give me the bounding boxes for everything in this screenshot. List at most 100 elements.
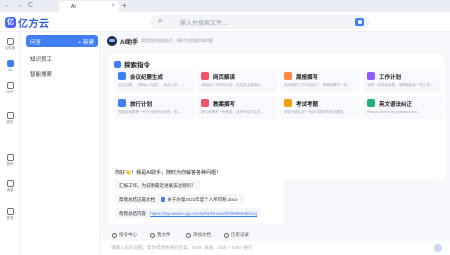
- new-chat-button[interactable]: + 新建: [78, 38, 94, 46]
- doc-name: 关于办理2023年度个人所得税.docx: [167, 197, 238, 202]
- rail-item-files[interactable]: 文件柜: [0, 38, 20, 51]
- logo[interactable]: 亿 亿方云: [5, 15, 50, 30]
- chat-input[interactable]: 请输入您的问题，帮你得到你要的答案，Enter 发送，Shift + Enter…: [102, 241, 450, 255]
- card-icon: [284, 72, 292, 80]
- rail-label: OCP: [6, 90, 14, 94]
- back-icon[interactable]: ←: [4, 2, 11, 10]
- instruction-card[interactable]: 教案撰写请为我撰写一份教案，适用于初中生的...: [197, 96, 277, 119]
- word-doc-icon: [161, 197, 166, 203]
- sidebar-item-smart-search[interactable]: 智能搜索: [26, 67, 98, 79]
- sidebar-item-label: 智能搜索: [30, 72, 53, 78]
- search-bar[interactable]: ⌕ 输入并搜索文件...: [150, 15, 370, 29]
- message-icon: [6, 180, 14, 187]
- logo-icon: 亿: [5, 16, 16, 28]
- logo-text: 亿方云: [18, 18, 50, 30]
- rail-item-ocp[interactable]: OCP: [0, 82, 20, 94]
- tool-label: 我文件: [157, 232, 171, 237]
- rail-item-ai[interactable]: AI: [0, 60, 20, 72]
- command-icon: [112, 232, 117, 238]
- card-icon: [118, 99, 126, 107]
- add-document-button[interactable]: 添加文档: [186, 232, 211, 238]
- card-description: 请为我撰写一份教案，适用于初中生的...: [201, 110, 264, 114]
- tool-label: 历史记录: [231, 232, 249, 237]
- doc-prompt-text: 帮我总结这篇文档: [119, 197, 155, 202]
- sidebar-item-qa[interactable]: 问答 + 新建: [26, 35, 98, 47]
- my-files-button[interactable]: 我文件: [150, 232, 171, 238]
- card-description: 我是一名项目经理，请帮我制定一份工作...: [367, 83, 433, 87]
- browser-tab[interactable]: AI ×: [59, 1, 119, 12]
- instruction-card[interactable]: 旅行计划 你能给我推荐一份七日旅行计划吗，带...: [114, 96, 194, 119]
- cloud-icon: [6, 82, 14, 89]
- file-icon: [150, 232, 155, 238]
- new-tab-icon[interactable]: +: [122, 1, 127, 10]
- send-icon[interactable]: [434, 244, 442, 252]
- folder-icon: [6, 38, 14, 45]
- tab-close-icon[interactable]: ×: [111, 3, 115, 9]
- instruction-card[interactable]: 周报撰写 我本周的工作内容如下，请帮我撰写一份...: [280, 69, 360, 92]
- instruction-card[interactable]: 会议纪要生成 会议主题：【请输入内容】，参会人员：...: [114, 69, 194, 92]
- rail-label: 消息: [6, 188, 14, 192]
- browser-tabbar: ← → C AI × +: [0, 0, 450, 12]
- rail-label: 文件柜: [4, 46, 16, 50]
- doc-chip[interactable]: 关于办理2023年度个人所得税.docx: [159, 197, 240, 203]
- card-icon: [201, 72, 209, 80]
- card-description: Please correct my grammar and...: [367, 110, 420, 114]
- main-panel: AI助手 我是您的智能助手，随时为您服务和问题 探索指令 会议纪要生成 会议主题：…: [102, 32, 450, 255]
- add-doc-icon: [186, 232, 191, 238]
- history-button[interactable]: 历史记录: [224, 232, 249, 238]
- rail-label: 任务: [6, 216, 14, 220]
- article-link[interactable]: https://mp.weixin.qq.com/s/DUHnUsehf1fN8…: [150, 211, 257, 216]
- assistant-header: AI助手 我是您的智能助手，随时为您服务和问题: [107, 35, 213, 47]
- card-description: 会议主题：【请输入内容】，参会人员：...: [118, 83, 184, 87]
- card-icon: [118, 72, 126, 80]
- card-title: 教案撰写: [213, 101, 236, 108]
- rail-label: 收件: [6, 120, 14, 124]
- secondary-sidebar: 问答 + 新建 知识员工 智能搜索: [21, 32, 101, 255]
- search-input[interactable]: 输入并搜索文件...: [180, 18, 227, 27]
- history-icon: [224, 232, 229, 238]
- instruction-card[interactable]: 工作计划 我是一名项目经理，请帮我制定一份工作...: [363, 69, 443, 92]
- link-summary-bubble[interactable]: 帮我总结内容 https://mp.weixin.qq.com/s/DUHnUs…: [115, 208, 262, 218]
- rail-item-inbox[interactable]: 收件: [0, 112, 20, 125]
- search-icon: ⌕: [158, 16, 163, 25]
- instruction-card[interactable]: 网页解读 请阅读以下网页内容，总结其主要观点...: [197, 69, 277, 92]
- rail-item-collab[interactable]: 协作: [0, 154, 20, 167]
- tool-label: 添加文档: [193, 232, 211, 237]
- forward-icon[interactable]: →: [16, 2, 23, 10]
- instruction-card[interactable]: 英文语法纠正 Please correct my grammar and...: [363, 96, 443, 119]
- rail-item-tasks[interactable]: 任务: [0, 208, 20, 221]
- avatar: [107, 36, 117, 46]
- card-icon: [367, 99, 375, 107]
- suggestion-bubble[interactable]: 汇报工作，为说明最近进展该过程吗？: [115, 180, 200, 190]
- chat-input-placeholder: 请输入您的问题，帮你得到你要的答案，Enter 发送，Shift + Enter…: [111, 245, 253, 250]
- collab-icon: [6, 154, 14, 161]
- chat-panel: 你好👋！我是AI助手，随时为你解答各种问题！ 汇报工作，为说明最近进展该过程吗？…: [108, 164, 284, 224]
- sidebar-item-knowledge-staff[interactable]: 知识员工: [26, 52, 98, 64]
- card-description: 我本周的工作内容如下，请帮我撰写一份...: [284, 83, 350, 87]
- card-title: 英文语法纠正: [379, 101, 413, 108]
- explore-panel: 探索指令 会议纪要生成 会议主题：【请输入内容】，参会人员：... 网页解读 请阅读以…: [108, 54, 445, 180]
- instruction-card[interactable]: 考试考题 请你为我生成一份初中数学的考试题目...: [280, 96, 360, 119]
- card-icon: [201, 99, 209, 107]
- explore-title-text: 探索指令: [124, 62, 150, 69]
- rail-label: AI: [8, 68, 12, 72]
- rail-label: 协作: [6, 162, 14, 166]
- doc-summary-bubble[interactable]: 帮我总结这篇文档 关于办理2023年度个人所得税.docx: [115, 194, 244, 204]
- sidebar-item-label: 知识员工: [30, 57, 53, 63]
- inbox-icon: [6, 112, 14, 119]
- image-search-icon[interactable]: [355, 18, 364, 26]
- input-toolbar: 指令中心 我文件 添加文档 历史记录: [102, 228, 450, 240]
- card-icon: [367, 72, 375, 80]
- tool-label: 指令中心: [119, 232, 137, 237]
- card-description: 请阅读以下网页内容，总结其主要观点...: [201, 83, 264, 87]
- assistant-subtitle: 我是您的智能助手，随时为您服务和问题: [141, 38, 214, 43]
- task-icon: [6, 208, 14, 215]
- ai-icon: [6, 60, 14, 67]
- command-center-button[interactable]: 指令中心: [112, 232, 137, 238]
- rail-item-messages[interactable]: 消息: [0, 180, 20, 193]
- left-rail: 文件柜 AI OCP 收件 协作 消息 任务: [0, 32, 20, 255]
- card-icon: [284, 99, 292, 107]
- suggestion-text: 汇报工作，为说明最近进展该过程吗？: [119, 183, 196, 188]
- reload-icon[interactable]: C: [28, 2, 33, 10]
- rocket-icon: [114, 60, 121, 68]
